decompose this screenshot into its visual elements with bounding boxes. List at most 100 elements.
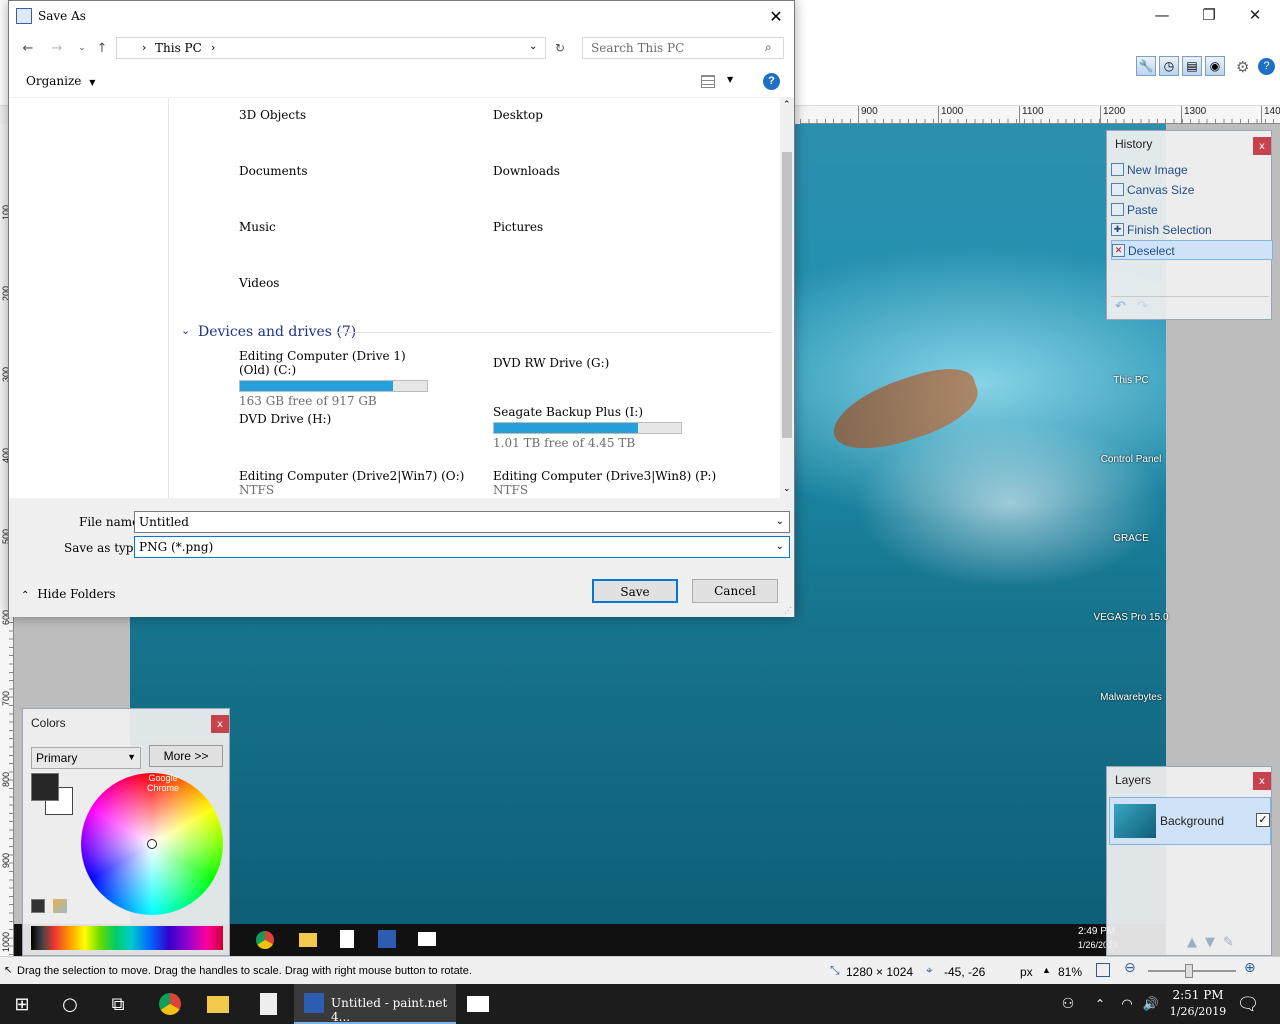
help-icon[interactable]: ? (1258, 58, 1275, 75)
collapse-chevron-icon[interactable]: ⌄ (181, 324, 190, 337)
palette-icon[interactable] (53, 899, 67, 913)
zoom-level[interactable]: 81% (1058, 965, 1082, 979)
address-bar[interactable]: › This PC › ⌄ (116, 37, 546, 59)
history-title: History (1115, 137, 1153, 151)
clock-time[interactable]: 2:51 PM (1170, 988, 1226, 1002)
color-palette[interactable] (31, 926, 223, 950)
zoom-fit-icon[interactable] (1096, 963, 1110, 977)
settings-icon[interactable]: ⚙ (1236, 58, 1249, 76)
colors-icon[interactable]: ◉ (1205, 56, 1225, 76)
zoom-in-icon[interactable]: ⊕ (1244, 960, 1256, 976)
zoom-slider-thumb[interactable] (1185, 964, 1193, 978)
layer-move-icons[interactable]: ▲▼✎ (1187, 935, 1242, 950)
save-button[interactable]: Save (592, 579, 678, 603)
history-panel: History x New Image Canvas Size Paste ✚ F… (1106, 130, 1273, 320)
cortana-icon[interactable]: ○ (48, 984, 92, 1024)
drive-item[interactable]: Editing Computer (Drive 1) (Old) (C:) 16… (239, 349, 439, 408)
zoom-out-icon[interactable]: ⊖ (1124, 960, 1136, 976)
task-view-icon[interactable]: ⧉ (96, 984, 140, 1024)
restore-button[interactable]: ❐ (1186, 0, 1232, 30)
desktop-icon-label: VEGAS Pro 15.0 (1093, 612, 1169, 623)
folder-item[interactable]: Music (239, 220, 276, 234)
windows-start-icon[interactable]: ⊞ (0, 984, 44, 1024)
ruler-label: 140 (1261, 106, 1280, 123)
history-item[interactable]: Canvas Size (1111, 180, 1273, 200)
history-item[interactable]: Paste (1111, 200, 1273, 220)
close-button[interactable]: ✕ (1232, 0, 1278, 30)
clock-date[interactable]: 1/26/2019 (1166, 1005, 1230, 1018)
color-picker-handle[interactable] (147, 839, 157, 849)
calculator-taskbar-icon[interactable] (246, 984, 290, 1024)
history-item[interactable]: ✚ Finish Selection (1111, 220, 1273, 240)
vertical-scrollbar[interactable]: ⌃ ⌄ (780, 98, 794, 498)
chrome-taskbar-icon[interactable] (148, 984, 192, 1024)
paintnet-taskbar-button[interactable]: Untitled - paint.net 4... (294, 984, 456, 1024)
layers-icon[interactable]: ▤ (1182, 56, 1202, 76)
layers-close-button[interactable]: x (1253, 772, 1271, 790)
file-name-field[interactable]: Untitled ⌄ (134, 511, 790, 533)
view-dropdown-icon[interactable]: ▼ (727, 75, 733, 84)
devices-section-header[interactable]: Devices and drives (7) (198, 324, 356, 340)
primary-color-swatch[interactable] (31, 773, 59, 801)
folder-item[interactable]: Documents (239, 164, 307, 178)
organize-button[interactable]: Organize ▼ (26, 74, 95, 88)
colors-close-button[interactable]: x (211, 715, 229, 733)
history-close-button[interactable]: x (1253, 137, 1271, 155)
tools-icon[interactable]: 🔧 (1136, 56, 1156, 76)
help-icon[interactable]: ? (763, 73, 780, 90)
breadcrumb-this-pc[interactable]: This PC (155, 41, 202, 55)
drive-item[interactable]: Editing Computer (Drive3|Win8) (P:) NTFS (493, 469, 753, 497)
volume-icon[interactable]: 🔊 (1132, 984, 1170, 1024)
search-input[interactable]: Search This PC (591, 41, 684, 55)
file-explorer-icon[interactable] (196, 984, 240, 1024)
drive-item[interactable]: DVD RW Drive (G:) (493, 356, 609, 370)
folder-item[interactable]: Videos (239, 276, 279, 290)
forward-arrow-icon[interactable]: → (47, 38, 67, 58)
minimize-button[interactable]: — (1139, 0, 1185, 30)
drive-item[interactable]: Seagate Backup Plus (I:) 1.01 TB free of… (493, 405, 693, 450)
layer-row[interactable]: Background ✓ (1109, 797, 1271, 845)
save-options-area: File name: Untitled ⌄ Save as type: PNG … (9, 498, 794, 617)
chevron-down-icon[interactable]: ⌄ (776, 512, 784, 532)
cancel-button[interactable]: Cancel (692, 579, 778, 603)
folder-item[interactable]: 3D Objects (239, 108, 306, 122)
history-icon[interactable]: ◷ (1159, 56, 1179, 76)
up-arrow-icon[interactable]: ↑ (92, 38, 112, 58)
notification-icon[interactable]: 🗨 (1226, 984, 1270, 1024)
mail-taskbar-icon[interactable] (456, 984, 500, 1024)
refresh-icon[interactable]: ↻ (550, 38, 570, 58)
color-wheel[interactable] (81, 773, 223, 915)
hide-folders-button[interactable]: ⌃ Hide Folders (21, 587, 116, 601)
folder-item[interactable]: Pictures (493, 220, 543, 234)
drive-item[interactable]: DVD Drive (H:) (239, 412, 331, 426)
recent-locations-icon[interactable]: ⌄ (72, 38, 92, 58)
drive-item[interactable]: Editing Computer (Drive2|Win7) (O:) NTFS (239, 469, 489, 497)
image-size-icon: ⤡ (830, 963, 840, 977)
redo-icon[interactable]: ↷ (1137, 299, 1148, 314)
undo-icon[interactable]: ↶ (1115, 299, 1126, 314)
scrollbar-thumb[interactable] (782, 152, 792, 438)
color-mode-select[interactable]: Primary ▼ (31, 747, 141, 769)
save-type-value: PNG (*.png) (139, 540, 214, 554)
history-item[interactable]: New Image (1111, 160, 1273, 180)
dialog-close-button[interactable]: ✕ (761, 4, 791, 30)
view-options-icon[interactable] (701, 75, 715, 88)
folder-item[interactable]: Desktop (493, 108, 543, 122)
file-list: 3D Objects Desktop Documents Downloads M… (170, 98, 779, 498)
unit-select[interactable]: px (1020, 965, 1033, 979)
address-dropdown-icon[interactable]: ⌄ (529, 41, 537, 52)
scroll-down-icon[interactable]: ⌄ (783, 484, 791, 494)
search-icon[interactable]: ⌕ (765, 40, 772, 55)
chevron-down-icon[interactable]: ⌄ (776, 537, 784, 557)
back-arrow-icon[interactable]: ← (18, 38, 38, 58)
save-type-select[interactable]: PNG (*.png) ⌄ (134, 536, 790, 558)
search-box[interactable]: Search This PC ⌕ (582, 37, 784, 59)
scroll-up-icon[interactable]: ⌃ (783, 100, 791, 110)
resize-grip-icon[interactable]: ⋰ (784, 606, 792, 615)
unit-chevron-icon[interactable]: ▲ (1042, 965, 1051, 975)
layer-visible-checkbox[interactable]: ✓ (1256, 813, 1270, 827)
more-button[interactable]: More >> (149, 745, 223, 767)
add-to-palette-icon[interactable] (31, 899, 45, 913)
folder-item[interactable]: Downloads (493, 164, 560, 178)
history-item-selected[interactable]: ✕ Deselect (1111, 240, 1273, 260)
